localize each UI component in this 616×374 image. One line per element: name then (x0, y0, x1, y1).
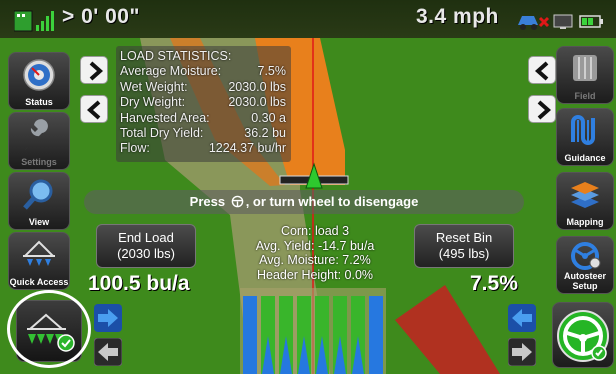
dry-weight-row: Dry Weight: 2030.0 lbs (116, 95, 291, 110)
total-dry-yield-row: Total Dry Yield: 36.2 bu (116, 126, 291, 141)
reset-bin-weight: (495 lbs) (438, 246, 490, 261)
chevron-right-icon (89, 61, 104, 81)
mapping-button[interactable]: Mapping (556, 172, 614, 230)
mapping-button-label: Mapping (566, 217, 604, 227)
display-icon (553, 14, 573, 29)
harvested-area-row: Harvested Area: 0.30 a (116, 111, 291, 126)
autosteer-setup-button[interactable]: Autosteer Setup (556, 236, 614, 294)
end-load-weight: (2030 lbs) (117, 246, 175, 261)
autosteer-icon (571, 242, 601, 270)
total-dry-yield-value: 36.2 bu (244, 126, 286, 141)
field-icon (573, 55, 597, 81)
crop-load: Corn: load 3 (280, 224, 350, 238)
implement-icon (23, 240, 55, 266)
dry-weight-value: 2030.0 lbs (228, 95, 286, 110)
right-next-button[interactable] (528, 95, 556, 123)
view-button-label: View (28, 217, 50, 227)
status-button[interactable]: Status (8, 52, 70, 110)
load-statistics-title: LOAD STATISTICS: (120, 49, 232, 63)
field-button[interactable]: Field (556, 46, 614, 104)
map-screen: > 0' 00" 3.4 mph Status Settings View Qu… (0, 0, 616, 374)
banner-text-before: Press (189, 194, 226, 209)
left-retract-arrow[interactable] (94, 338, 122, 366)
guidance-button[interactable]: Guidance (556, 108, 614, 166)
highlight-circle (7, 290, 91, 368)
wrench-icon (25, 119, 48, 150)
header-height: Header Height: 0.0% (256, 267, 374, 282)
map-layers-icon (571, 182, 599, 208)
vehicle-status-icon (518, 16, 538, 30)
steering-wheel-small-icon (231, 195, 244, 208)
yield-rate-readout: 100.5 bu/a (88, 272, 190, 295)
wet-weight-row: Wet Weight: 2030.0 lbs (116, 80, 291, 95)
harvested-area-value: 0.30 a (251, 110, 286, 125)
flow-row: Flow: 1224.37 bu/hr (116, 141, 291, 156)
reset-bin-button[interactable]: Reset Bin (495 lbs) (414, 224, 514, 268)
flow-label: Flow: (120, 141, 150, 156)
settings-button[interactable]: Settings (8, 112, 70, 170)
load-statistics-panel: LOAD STATISTICS: Average Moisture: 7.5% … (116, 46, 291, 162)
row-unit (243, 296, 257, 374)
guidance-icon (571, 115, 595, 145)
steering-wheel-icon (557, 310, 609, 362)
status-icons[interactable] (516, 9, 610, 31)
avg-moisture: Avg. Moisture: 7.2% (259, 253, 371, 267)
end-load-button[interactable]: End Load (2030 lbs) (96, 224, 196, 268)
next-screen-button[interactable] (80, 56, 108, 84)
disengage-banner: Press , or turn wheel to disengage (84, 190, 524, 214)
right-extend-arrow[interactable] (508, 304, 536, 332)
moisture-readout: 7.5% (470, 272, 518, 295)
wet-weight-value: 2030.0 lbs (228, 79, 286, 94)
left-extend-arrow[interactable] (94, 304, 122, 332)
right-retract-arrow[interactable] (508, 338, 536, 366)
error-x-icon (538, 16, 550, 28)
harvested-area-label: Harvested Area: (120, 110, 210, 125)
right-previous-button[interactable] (528, 56, 556, 84)
cross-track-error: > 0' 00" (62, 5, 140, 28)
autosteer-setup-label: Autosteer Setup (563, 271, 606, 291)
autosteer-engage-button[interactable] (552, 302, 614, 368)
dry-weight-label: Dry Weight: (120, 95, 186, 110)
quick-access-button[interactable]: Quick Access (8, 232, 70, 290)
field-button-label: Field (574, 91, 596, 101)
end-load-label: End Load (118, 230, 174, 245)
battery-icon (579, 15, 603, 28)
banner-text-after: , or turn wheel to disengage (245, 194, 419, 209)
previous-screen-button[interactable] (80, 95, 108, 123)
quick-access-button-label: Quick Access (9, 277, 69, 287)
total-dry-yield-label: Total Dry Yield: (120, 126, 204, 141)
center-info-panel: Corn: load 3 Avg. Yield: -14.7 bu/a Avg.… (230, 224, 400, 282)
magnifier-icon (23, 179, 53, 210)
wet-weight-label: Wet Weight: (120, 79, 188, 94)
settings-button-label: Settings (21, 157, 57, 167)
signal-strength-icon (14, 10, 54, 32)
average-moisture-label: Average Moisture: (120, 64, 222, 79)
chevron-left-icon (86, 100, 101, 120)
speed-readout: 3.4 mph (416, 5, 499, 28)
gauge-icon (23, 59, 55, 91)
top-status-bar: > 0' 00" 3.4 mph (0, 0, 616, 38)
avg-yield: Avg. Yield: -14.7 bu/a (255, 238, 375, 253)
flow-value: 1224.37 bu/hr (208, 141, 286, 156)
reset-bin-label: Reset Bin (435, 230, 493, 245)
chevron-left-icon (534, 61, 549, 81)
average-moisture-row: Average Moisture: 7.5% (116, 64, 291, 79)
guidance-button-label: Guidance (564, 153, 606, 163)
average-moisture-value: 7.5% (257, 64, 287, 79)
status-button-label: Status (25, 97, 53, 107)
view-button[interactable]: View (8, 172, 70, 230)
chevron-right-icon (537, 100, 552, 120)
row-unit (369, 296, 383, 374)
